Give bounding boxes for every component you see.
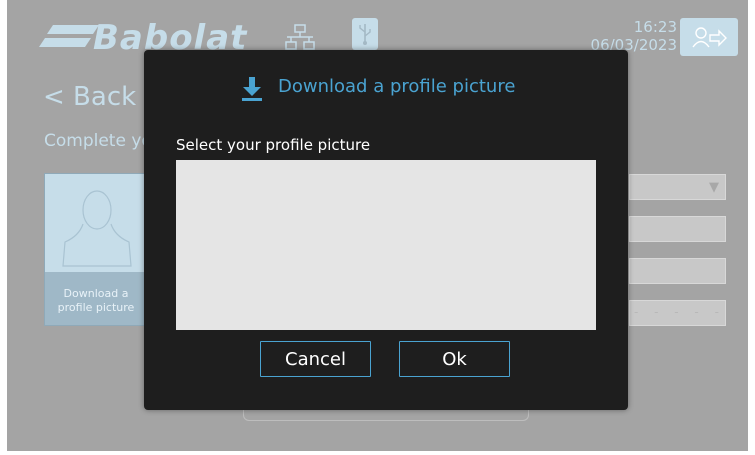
download-icon — [242, 77, 262, 101]
chevron-down-icon: ▼ — [709, 180, 719, 195]
usb-icon — [359, 24, 371, 45]
logout-icon — [692, 27, 727, 48]
profile-picture-card[interactable]: Download a profile picture — [44, 173, 148, 326]
right-text-field-1[interactable] — [629, 216, 726, 242]
right-text-field-2[interactable] — [629, 258, 726, 284]
profile-card-caption: Download a profile picture — [45, 272, 147, 325]
right-select-field[interactable]: ▼ — [629, 174, 726, 200]
usb-button[interactable] — [352, 18, 378, 50]
download-picture-dialog: Download a profile picture Select your p… — [144, 50, 628, 410]
back-button[interactable]: < Back — [43, 82, 136, 112]
logout-button[interactable] — [680, 18, 738, 56]
right-date-field[interactable]: - - - - - — [629, 300, 726, 326]
picture-list[interactable] — [176, 160, 596, 330]
avatar-placeholder-icon — [62, 190, 132, 267]
dialog-header: Download a profile picture — [144, 72, 628, 102]
clock: 16:23 06/03/2023 — [577, 18, 677, 54]
ok-button[interactable]: Ok — [399, 341, 510, 377]
select-picture-label: Select your profile picture — [176, 136, 371, 154]
app-screen: Babolat 16:23 06/03/2023 < Back Complete… — [7, 0, 748, 451]
dialog-title: Download a profile picture — [278, 76, 516, 97]
clock-time: 16:23 — [633, 18, 677, 36]
network-icon — [285, 24, 315, 50]
cancel-button[interactable]: Cancel — [260, 341, 371, 377]
